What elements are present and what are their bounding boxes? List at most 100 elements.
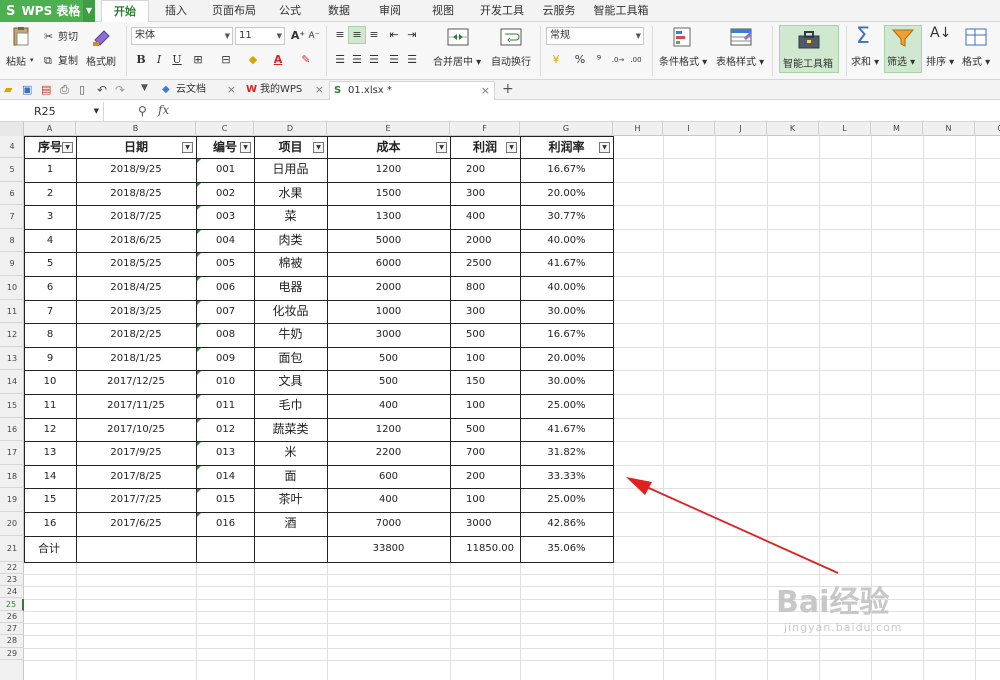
row-header[interactable]: 27 — [0, 623, 24, 636]
table-cell[interactable]: 003 — [196, 205, 254, 229]
table-cell[interactable]: 700 — [450, 441, 520, 465]
row-header[interactable]: 26 — [0, 611, 24, 624]
table-cell[interactable]: 2017/10/25 — [76, 418, 196, 442]
filter-dropdown-icon[interactable]: ▼ — [313, 142, 324, 153]
customize-dropdown-icon[interactable]: ▼ — [141, 83, 154, 96]
table-cell[interactable]: 40.00% — [520, 229, 613, 253]
table-cell[interactable]: 肉类 — [254, 229, 327, 253]
table-style-button[interactable]: 表格样式 ▾ — [716, 53, 764, 68]
formula-input[interactable] — [186, 102, 996, 121]
row-header[interactable]: 24 — [0, 586, 24, 599]
table-cell[interactable]: 毛巾 — [254, 394, 327, 418]
table-cell[interactable]: 酒 — [254, 512, 327, 536]
table-cell[interactable]: 1000 — [327, 300, 450, 324]
tab-insert[interactable]: 插入 — [158, 0, 194, 22]
table-cell[interactable]: 25.00% — [520, 394, 613, 418]
row-header[interactable]: 5 — [0, 158, 24, 182]
row-header[interactable]: 20 — [0, 512, 24, 536]
table-cell[interactable]: 500 — [327, 347, 450, 371]
table-cell[interactable]: 2017/11/25 — [76, 394, 196, 418]
copy-button[interactable]: ⧉ 复制 — [44, 52, 78, 68]
conditional-format-icon[interactable] — [670, 26, 696, 48]
row-header[interactable]: 25 — [0, 598, 24, 611]
cut-button[interactable]: ✂ 剪切 — [44, 28, 78, 44]
merge-center-icon[interactable] — [445, 26, 471, 48]
table-cell[interactable]: 1 — [24, 158, 76, 182]
close-tab-icon[interactable]: × — [481, 82, 490, 100]
table-cell[interactable]: 500 — [327, 370, 450, 394]
column-header[interactable]: E — [327, 122, 450, 136]
column-header[interactable]: I — [663, 122, 715, 136]
table-cell[interactable]: 1200 — [327, 418, 450, 442]
align-bottom-icon[interactable]: ≡ — [366, 27, 382, 43]
indent-increase-icon[interactable]: ⇥ — [404, 27, 420, 43]
column-header[interactable]: K — [767, 122, 819, 136]
increase-decimal-icon[interactable]: .0→ — [610, 52, 626, 68]
table-cell[interactable]: 12 — [24, 418, 76, 442]
table-cell[interactable]: 500 — [450, 418, 520, 442]
table-cell[interactable]: 300 — [450, 182, 520, 206]
tab-home[interactable]: 开始 — [101, 0, 149, 23]
align-center-icon[interactable]: ☰ — [349, 52, 365, 68]
table-cell[interactable]: 1500 — [327, 182, 450, 206]
table-cell[interactable]: 7000 — [327, 512, 450, 536]
filter-dropdown-icon[interactable]: ▼ — [240, 142, 251, 153]
table-cell[interactable]: 4 — [24, 229, 76, 253]
table-cell[interactable]: 蔬菜类 — [254, 418, 327, 442]
table-cell[interactable]: 5000 — [327, 229, 450, 253]
table-cell[interactable]: 007 — [196, 300, 254, 324]
clear-format-icon[interactable]: ✎ — [298, 52, 314, 68]
table-cell[interactable]: 33.33% — [520, 465, 613, 489]
column-header[interactable]: J — [715, 122, 767, 136]
fx-icon[interactable]: fx — [158, 103, 169, 117]
table-cell[interactable]: 006 — [196, 276, 254, 300]
table-cell[interactable]: 2000 — [327, 276, 450, 300]
print-icon[interactable]: ⎙ — [60, 83, 73, 96]
table-cell[interactable]: 2000 — [450, 229, 520, 253]
table-cell[interactable]: 日用品 — [254, 158, 327, 182]
row-header[interactable]: 29 — [0, 648, 24, 660]
total-row-cell[interactable]: 合计 — [24, 536, 76, 562]
table-cell[interactable]: 200 — [450, 158, 520, 182]
decrease-font-icon[interactable]: A⁻ — [306, 28, 322, 44]
align-left-icon[interactable]: ☰ — [332, 52, 348, 68]
app-menu-dropdown-icon[interactable]: ▼ — [83, 0, 95, 22]
table-cell[interactable]: 菜 — [254, 205, 327, 229]
percent-button[interactable]: % — [572, 52, 588, 68]
table-cell[interactable]: 3 — [24, 205, 76, 229]
table-cell[interactable]: 2018/5/25 — [76, 252, 196, 276]
table-cell[interactable]: 10 — [24, 370, 76, 394]
table-cell[interactable]: 005 — [196, 252, 254, 276]
total-row-cell[interactable] — [76, 536, 196, 562]
table-cell[interactable]: 2017/9/25 — [76, 441, 196, 465]
table-cell[interactable]: 400 — [327, 488, 450, 512]
merge-cells-icon[interactable]: ⊟ — [218, 52, 234, 68]
column-header[interactable]: D — [254, 122, 327, 136]
filter-dropdown-icon[interactable]: ▼ — [182, 142, 193, 153]
tab-data[interactable]: 数据 — [322, 0, 356, 22]
table-cell[interactable]: 30.00% — [520, 300, 613, 324]
table-header-cell[interactable]: 成本 — [327, 136, 450, 158]
row-header[interactable]: 16 — [0, 418, 24, 442]
total-row-cell[interactable]: 33800 — [327, 536, 450, 562]
fill-color-icon[interactable]: ◆ — [245, 52, 261, 68]
table-cell[interactable]: 100 — [450, 488, 520, 512]
italic-button[interactable]: I — [151, 52, 167, 68]
tab-page-layout[interactable]: 页面布局 — [206, 0, 262, 22]
table-cell[interactable]: 2018/6/25 — [76, 229, 196, 253]
distributed-icon[interactable]: ☰ — [404, 52, 420, 68]
print-preview-icon[interactable]: ▯ — [79, 83, 92, 96]
table-cell[interactable]: 米 — [254, 441, 327, 465]
table-cell[interactable]: 2018/7/25 — [76, 205, 196, 229]
row-header[interactable]: 10 — [0, 276, 24, 300]
table-cell[interactable]: 1200 — [327, 158, 450, 182]
column-header[interactable]: A — [24, 122, 76, 136]
table-cell[interactable]: 15 — [24, 488, 76, 512]
align-top-icon[interactable]: ≡ — [332, 27, 348, 43]
table-cell[interactable]: 2018/4/25 — [76, 276, 196, 300]
column-header[interactable]: L — [819, 122, 871, 136]
doc-tab-my-wps[interactable]: W 我的WPS × — [242, 81, 328, 100]
table-cell[interactable]: 电器 — [254, 276, 327, 300]
column-header[interactable]: F — [450, 122, 520, 136]
row-header[interactable]: 22 — [0, 562, 24, 574]
